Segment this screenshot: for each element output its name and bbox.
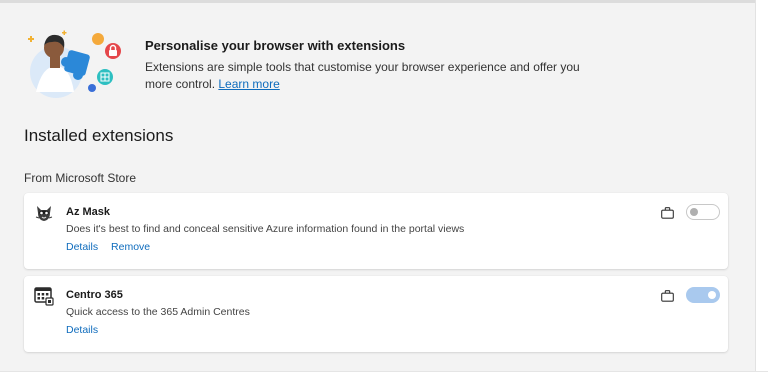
learn-more-link[interactable]: Learn more (218, 77, 279, 91)
extension-toggle-az-mask[interactable] (686, 204, 720, 220)
extension-name: Centro 365 (66, 289, 123, 301)
extension-description: Does it's best to find and conceal sensi… (66, 223, 465, 235)
extension-actions: Details (66, 324, 108, 336)
installed-extensions-heading: Installed extensions (24, 126, 174, 145)
extension-card-az-mask: Az Mask Does it's best to find and conce… (24, 193, 728, 269)
scrollbar-track[interactable] (755, 0, 768, 379)
toggle-knob (690, 208, 698, 216)
details-link[interactable]: Details (66, 241, 98, 253)
briefcase-icon (661, 207, 674, 219)
promo-description-text: Extensions are simple tools that customi… (145, 60, 580, 91)
app-grid-icon (34, 287, 54, 306)
extensions-promo: Personalise your browser with extensions… (22, 26, 742, 106)
briefcase-icon (661, 290, 674, 302)
extension-description: Quick access to the 365 Admin Centres (66, 306, 250, 318)
promo-description: Extensions are simple tools that customi… (145, 59, 595, 93)
extension-toggle-centro-365[interactable] (686, 287, 720, 303)
top-border (0, 0, 768, 3)
extension-name: Az Mask (66, 206, 111, 218)
details-link[interactable]: Details (66, 324, 98, 336)
remove-link[interactable]: Remove (111, 241, 150, 253)
extension-card-centro-365: Centro 365 Quick access to the 365 Admin… (24, 276, 728, 352)
toggle-knob (708, 291, 716, 299)
promo-title: Personalise your browser with extensions (145, 38, 406, 53)
extensions-illustration-icon (28, 30, 121, 98)
bottom-border (0, 371, 768, 379)
raccoon-mask-icon (35, 206, 53, 221)
source-label: From Microsoft Store (24, 171, 137, 185)
extension-actions: Details Remove (66, 241, 160, 253)
